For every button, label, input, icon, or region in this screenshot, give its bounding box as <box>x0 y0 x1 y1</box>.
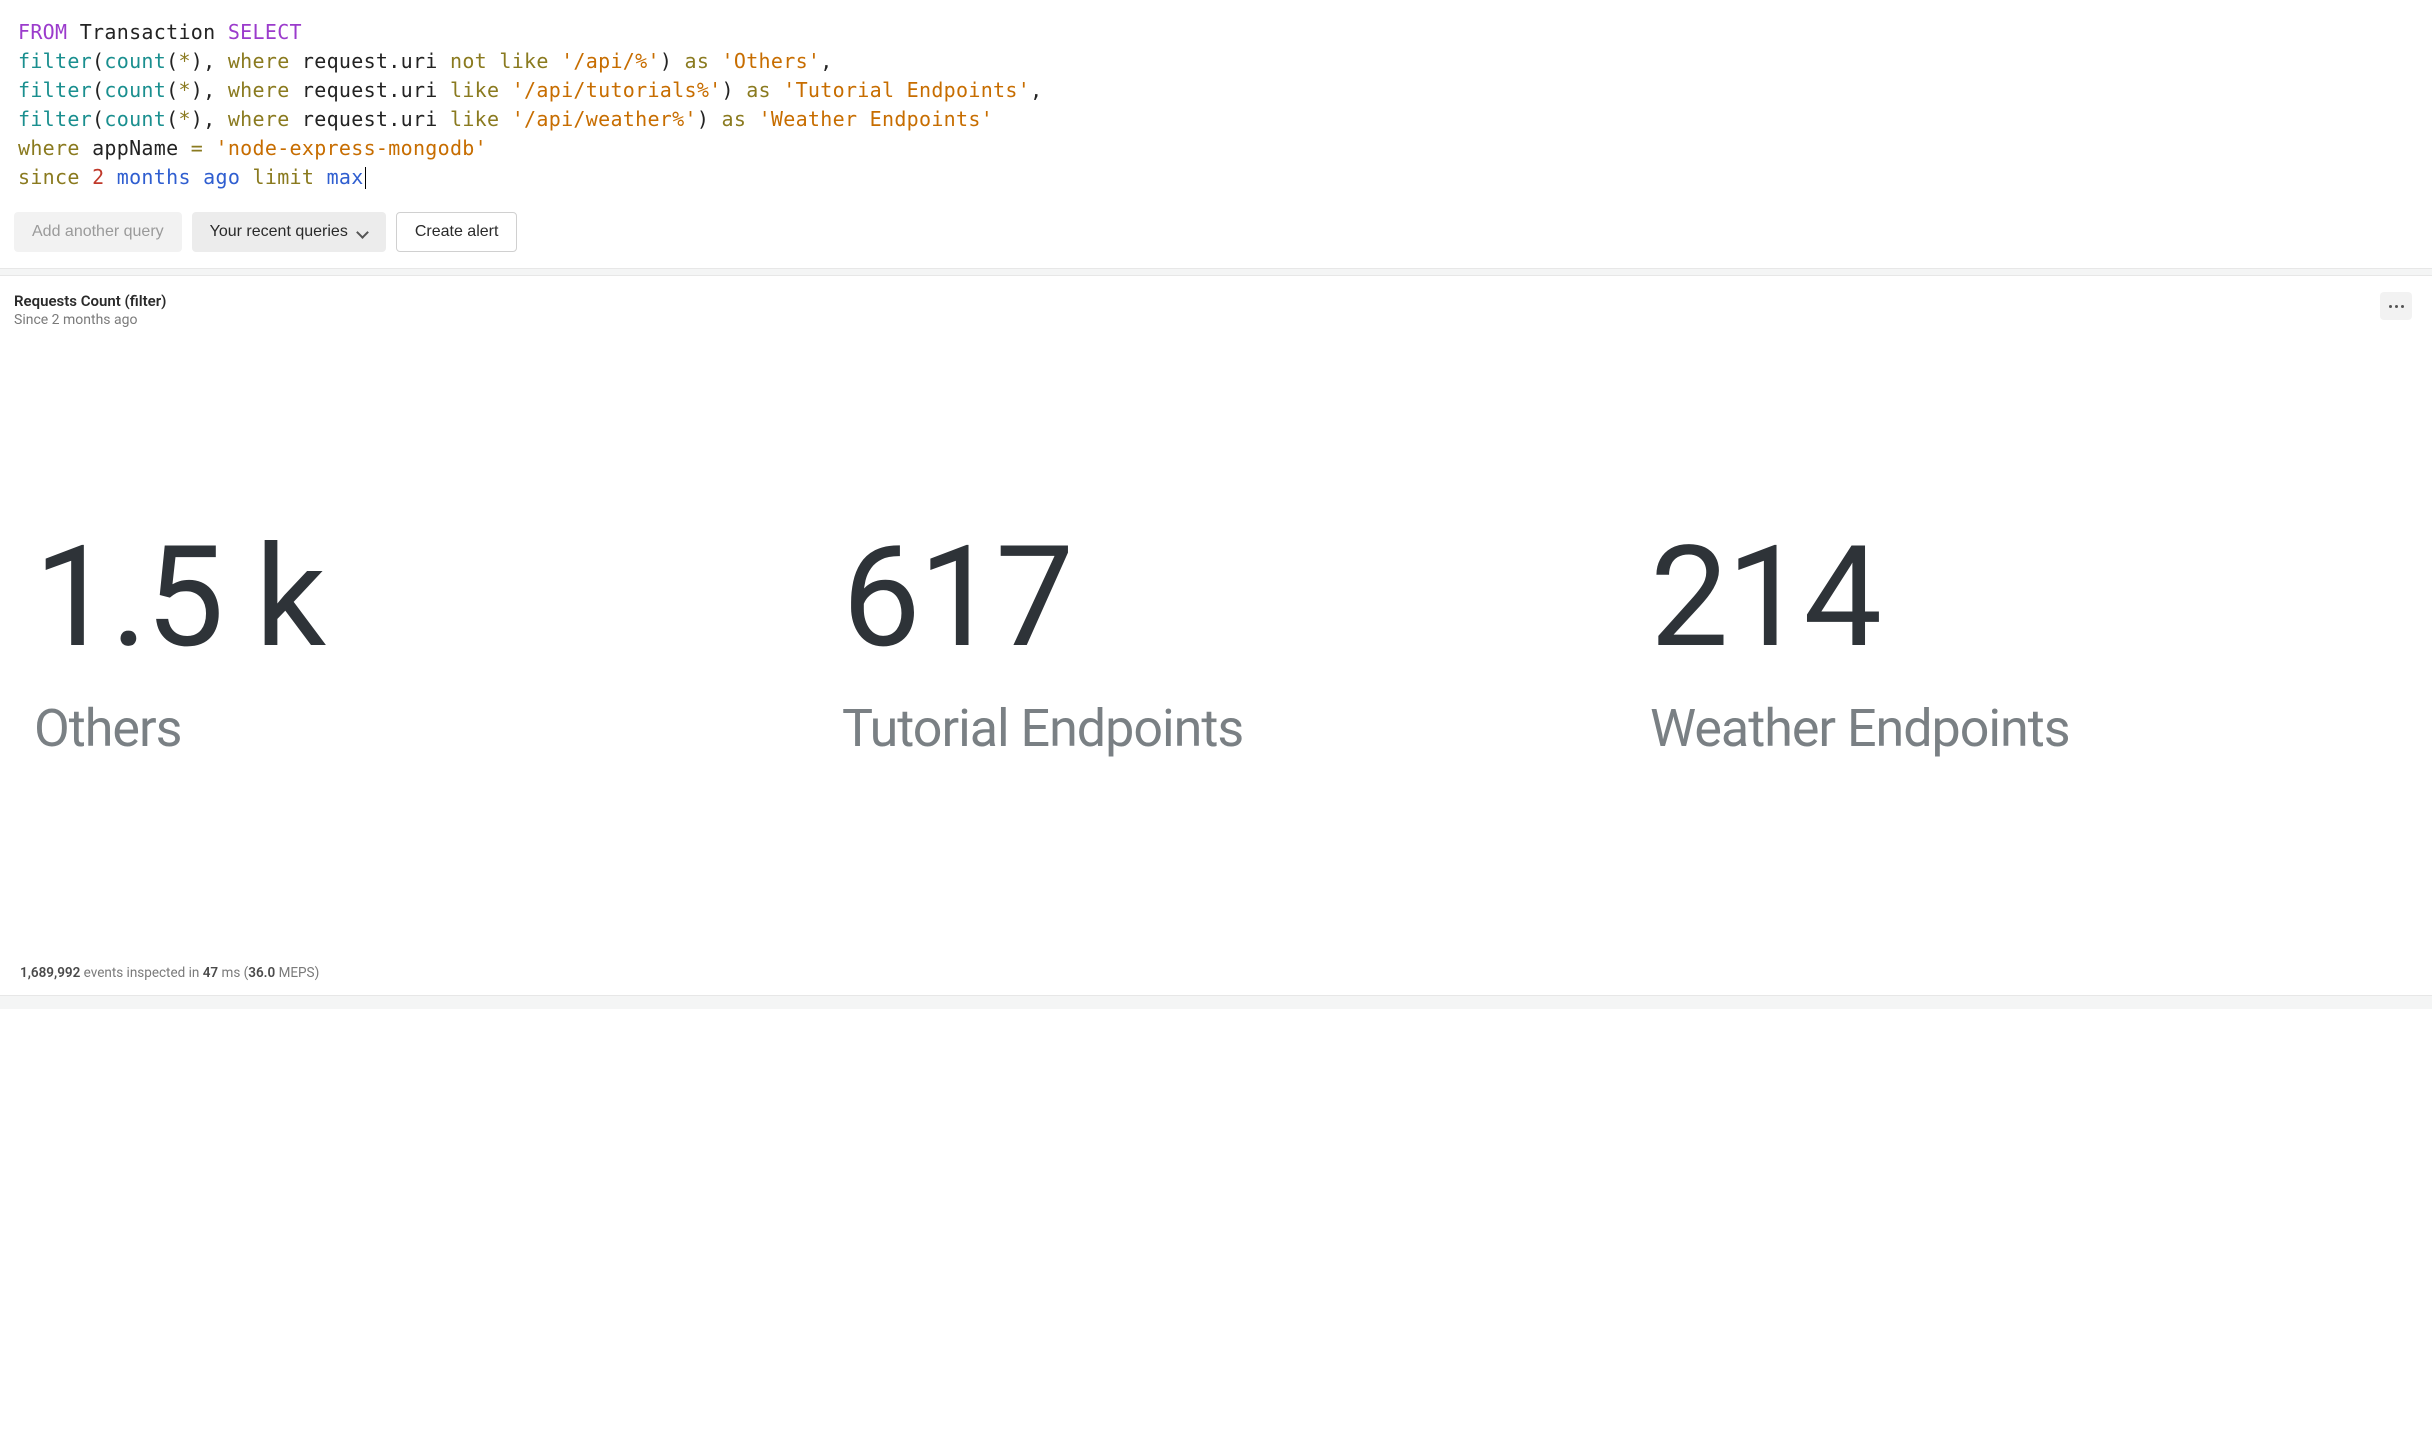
panel-separator <box>0 268 2432 276</box>
query-status-bar: 1,689,992 events inspected in 47 ms (36.… <box>14 959 2418 987</box>
add-another-query-button[interactable]: Add another query <box>14 212 182 252</box>
metric-label: Others <box>34 698 782 759</box>
meps-value: 36.0 <box>248 965 275 981</box>
nrql-code[interactable]: FROM Transaction SELECT filter(count(*),… <box>18 18 2414 192</box>
create-alert-button[interactable]: Create alert <box>396 212 518 252</box>
bottom-strip <box>0 995 2432 1009</box>
metric-label: Tutorial Endpoints <box>842 698 1590 759</box>
result-panel: Requests Count (filter) Since 2 months a… <box>0 276 2432 995</box>
metric-weather-endpoints: 214 Weather Endpoints <box>1650 528 2398 759</box>
recent-queries-label: Your recent queries <box>210 223 348 241</box>
result-subtitle: Since 2 months ago <box>14 312 166 328</box>
more-options-button[interactable] <box>2380 292 2412 320</box>
text-cursor <box>365 167 366 189</box>
action-row: Add another query Your recent queries Cr… <box>0 202 2432 268</box>
result-title: Requests Count (filter) <box>14 292 166 310</box>
table-name: Transaction <box>80 20 216 44</box>
metric-label: Weather Endpoints <box>1650 698 2398 759</box>
metric-value: 214 <box>1650 528 2398 668</box>
metric-value: 1.5 k <box>34 528 782 668</box>
events-count: 1,689,992 <box>20 965 80 981</box>
duration-ms: 47 <box>203 965 218 981</box>
fn-filter: filter <box>18 49 92 73</box>
metric-tutorial-endpoints: 617 Tutorial Endpoints <box>842 528 1590 759</box>
ellipsis-icon <box>2389 305 2404 308</box>
chevron-down-icon <box>356 226 368 238</box>
kw-from: FROM <box>18 20 67 44</box>
result-header: Requests Count (filter) Since 2 months a… <box>14 292 2418 328</box>
kw-select: SELECT <box>228 20 302 44</box>
metric-others: 1.5 k Others <box>34 528 782 759</box>
query-editor[interactable]: FROM Transaction SELECT filter(count(*),… <box>0 0 2432 202</box>
recent-queries-dropdown[interactable]: Your recent queries <box>192 212 386 252</box>
metric-value: 617 <box>842 528 1590 668</box>
fn-count: count <box>104 49 166 73</box>
billboard-chart: 1.5 k Others 617 Tutorial Endpoints 214 … <box>14 328 2418 959</box>
